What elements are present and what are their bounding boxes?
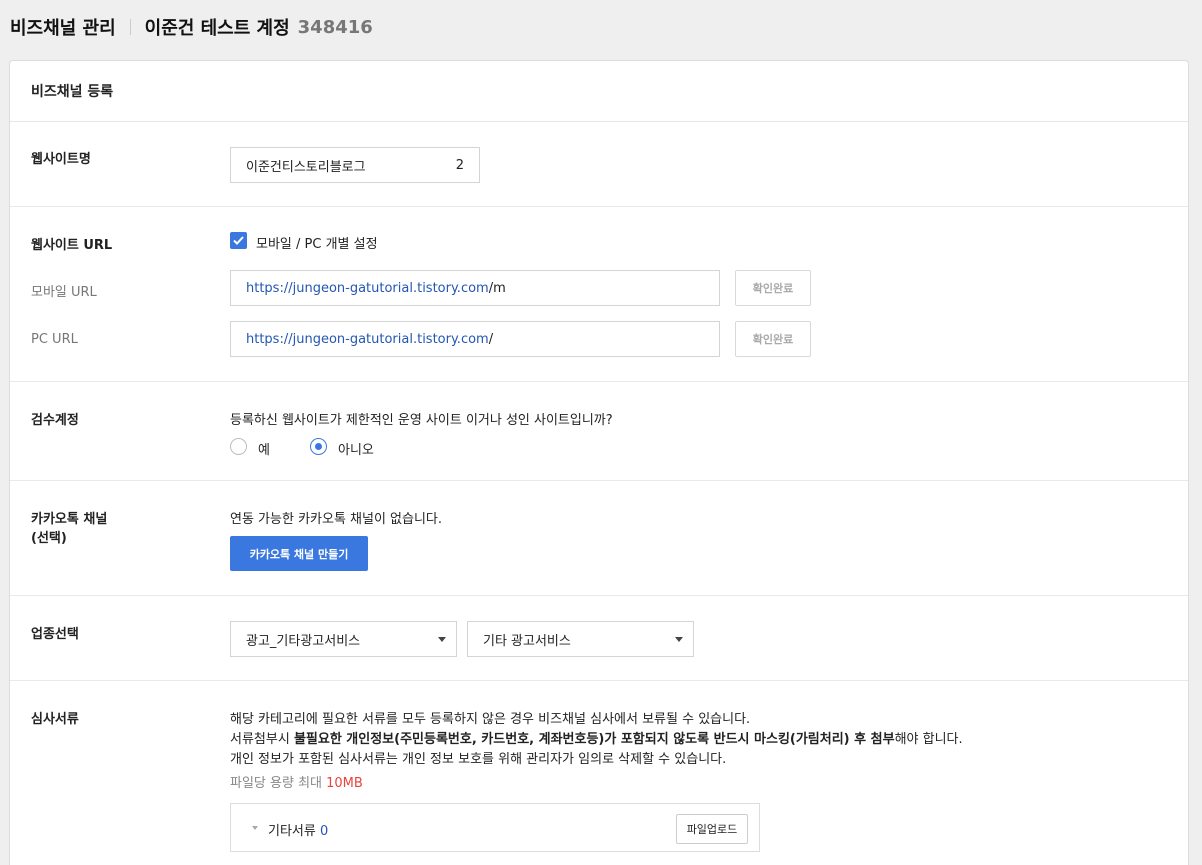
industry-primary-select[interactable]: 광고_기타광고서비스 <box>230 621 457 657</box>
website-name-input[interactable]: 이준건티스토리블로그 2 <box>230 147 480 183</box>
bizchannel-register-panel: 비즈채널 등록 웹사이트명 이준건티스토리블로그 2 웹사이트 URL 모바일 … <box>9 60 1189 865</box>
mobile-url-path: /m <box>488 280 506 296</box>
other-documents-count: 0 <box>319 824 329 839</box>
other-documents-box: 기타서류 0 파일업로드 <box>230 803 760 852</box>
file-size-value: 10MB <box>326 776 363 791</box>
radio-no-label: 아니오 <box>338 443 374 458</box>
website-name-char-count: 2 <box>455 157 464 173</box>
panel-header: 비즈채널 등록 <box>10 61 1188 122</box>
mobile-url-input[interactable]: https://jungeon-gatutorial.tistory.com/m <box>230 270 720 306</box>
kakao-channel-message: 연동 가능한 카카오톡 채널이 없습니다. <box>230 512 443 527</box>
file-upload-button[interactable]: 파일업로드 <box>676 814 748 844</box>
industry-row: 업종선택 광고_기타광고서비스 기타 광고서비스 <box>10 596 1188 681</box>
other-documents-title: 기타서류 <box>268 824 316 839</box>
website-name-value: 이준건티스토리블로그 <box>246 159 366 175</box>
kakao-channel-label: 카카오톡 채널 <box>31 512 108 527</box>
file-size-prefix: 파일당 용량 최대 <box>230 776 327 791</box>
mobile-url-label: 모바일 URL <box>31 285 97 300</box>
mobile-pc-separate-label: 모바일 / PC 개별 설정 <box>256 237 378 252</box>
chevron-down-icon <box>438 637 446 642</box>
account-name: 이준건 테스트 계정 <box>144 18 290 39</box>
website-url-row: 웹사이트 URL 모바일 / PC 개별 설정 모바일 URL https://… <box>10 207 1188 382</box>
file-size-limit: 파일당 용량 최대 10MB <box>230 772 363 791</box>
caret-down-icon <box>252 826 258 830</box>
documents-notice-line2-suffix: 해야 합니다. <box>894 732 963 747</box>
section-title: 비즈채널 관리 <box>10 18 116 39</box>
industry-secondary-select[interactable]: 기타 광고서비스 <box>467 621 694 657</box>
pc-url-path: / <box>488 331 494 347</box>
header-divider <box>129 19 131 35</box>
panel-title: 비즈채널 등록 <box>31 84 114 100</box>
mobile-pc-separate-checkbox[interactable] <box>230 232 247 249</box>
account-id: 348416 <box>297 16 373 38</box>
kakao-channel-row: 카카오톡 채널 (선택) 연동 가능한 카카오톡 채널이 없습니다. 카카오톡 … <box>10 481 1188 596</box>
website-url-label: 웹사이트 URL <box>31 238 113 253</box>
review-account-question: 등록하신 웹사이트가 제한적인 운영 사이트 이거나 성인 사이트입니까? <box>230 413 613 428</box>
radio-yes[interactable] <box>230 438 247 455</box>
documents-notice-line2-bold: 불필요한 개인정보(주민등록번호, 카드번호, 계좌번호등)가 포함되지 않도록… <box>293 732 895 747</box>
documents-label: 심사서류 <box>31 712 79 727</box>
industry-secondary-value: 기타 광고서비스 <box>483 633 571 649</box>
check-icon <box>233 236 244 245</box>
mobile-url-verified-button[interactable]: 확인완료 <box>735 270 811 306</box>
documents-notice-line1: 해당 카테고리에 필요한 서류를 모두 등록하지 않은 경우 비즈채널 심사에서… <box>230 712 751 727</box>
pc-url-input[interactable]: https://jungeon-gatutorial.tistory.com / <box>230 321 720 357</box>
radio-yes-label: 예 <box>258 443 270 458</box>
website-name-label: 웹사이트명 <box>31 152 91 167</box>
radio-no[interactable] <box>310 438 327 455</box>
documents-row: 심사서류 해당 카테고리에 필요한 서류를 모두 등록하지 않은 경우 비즈채널… <box>10 681 1188 865</box>
industry-label: 업종선택 <box>31 627 79 642</box>
mobile-url-base: https://jungeon-gatutorial.tistory.com <box>246 280 489 296</box>
other-documents-label: 기타서류 0 <box>268 820 328 839</box>
create-kakao-channel-button[interactable]: 카카오톡 채널 만들기 <box>230 536 368 571</box>
pc-url-verified-button[interactable]: 확인완료 <box>735 321 811 357</box>
pc-url-label: PC URL <box>31 332 78 347</box>
documents-notice-line2: 서류첨부시 불필요한 개인정보(주민등록번호, 카드번호, 계좌번호등)가 포함… <box>230 728 963 747</box>
documents-notice-line3: 개인 정보가 포함된 심사서류는 개인 정보 보호를 위해 관리자가 임의로 삭… <box>230 752 727 767</box>
review-account-label: 검수계정 <box>31 413 79 428</box>
kakao-channel-optional-label: (선택) <box>31 531 67 546</box>
top-header: 비즈채널 관리 이준건 테스트 계정 348416 <box>0 0 1202 54</box>
industry-primary-value: 광고_기타광고서비스 <box>246 633 361 649</box>
website-name-row: 웹사이트명 이준건티스토리블로그 2 <box>10 122 1188 207</box>
review-account-row: 검수계정 등록하신 웹사이트가 제한적인 운영 사이트 이거나 성인 사이트입니… <box>10 382 1188 481</box>
chevron-down-icon <box>675 637 683 642</box>
pc-url-base: https://jungeon-gatutorial.tistory.com <box>246 331 489 347</box>
documents-notice-line2-prefix: 서류첨부시 <box>230 732 294 747</box>
